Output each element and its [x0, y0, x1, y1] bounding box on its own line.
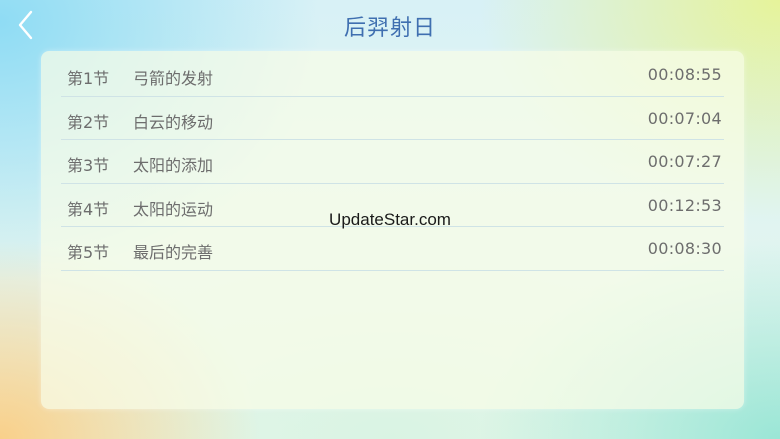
page-title: 后羿射日: [343, 16, 436, 41]
section-row-5[interactable]: 第5节 最后的完善 00:08:30: [61, 227, 724, 271]
section-list-panel: 第1节 弓箭的发射 00:08:55 第2节 白云的移动 00:07:04 第3…: [41, 51, 744, 409]
section-list: 第1节 弓箭的发射 00:08:55 第2节 白云的移动 00:07:04 第3…: [61, 53, 724, 271]
section-number: 第5节: [67, 243, 110, 262]
header-bar: 后羿射日: [0, 0, 780, 50]
section-number: 第2节: [67, 112, 110, 132]
section-duration: 00:07:27: [647, 152, 722, 171]
section-name: 白云的移动: [133, 112, 214, 132]
section-duration: 00:08:30: [647, 239, 722, 258]
section-row-1[interactable]: 第1节 弓箭的发射 00:08:55: [61, 53, 724, 97]
section-row-2[interactable]: 第2节 白云的移动 00:07:04: [61, 97, 724, 140]
section-name: 太阳的添加: [133, 156, 214, 175]
section-number: 第1节: [67, 69, 110, 88]
section-name: 最后的完善: [133, 243, 214, 262]
watermark-text: UpdateStar.com: [329, 210, 451, 229]
section-row-3[interactable]: 第3节 太阳的添加 00:07:27: [61, 140, 724, 184]
section-duration: 00:07:04: [647, 108, 722, 128]
section-duration: 00:08:55: [647, 65, 722, 84]
section-name: 弓箭的发射: [133, 69, 214, 88]
section-number: 第3节: [67, 156, 110, 175]
